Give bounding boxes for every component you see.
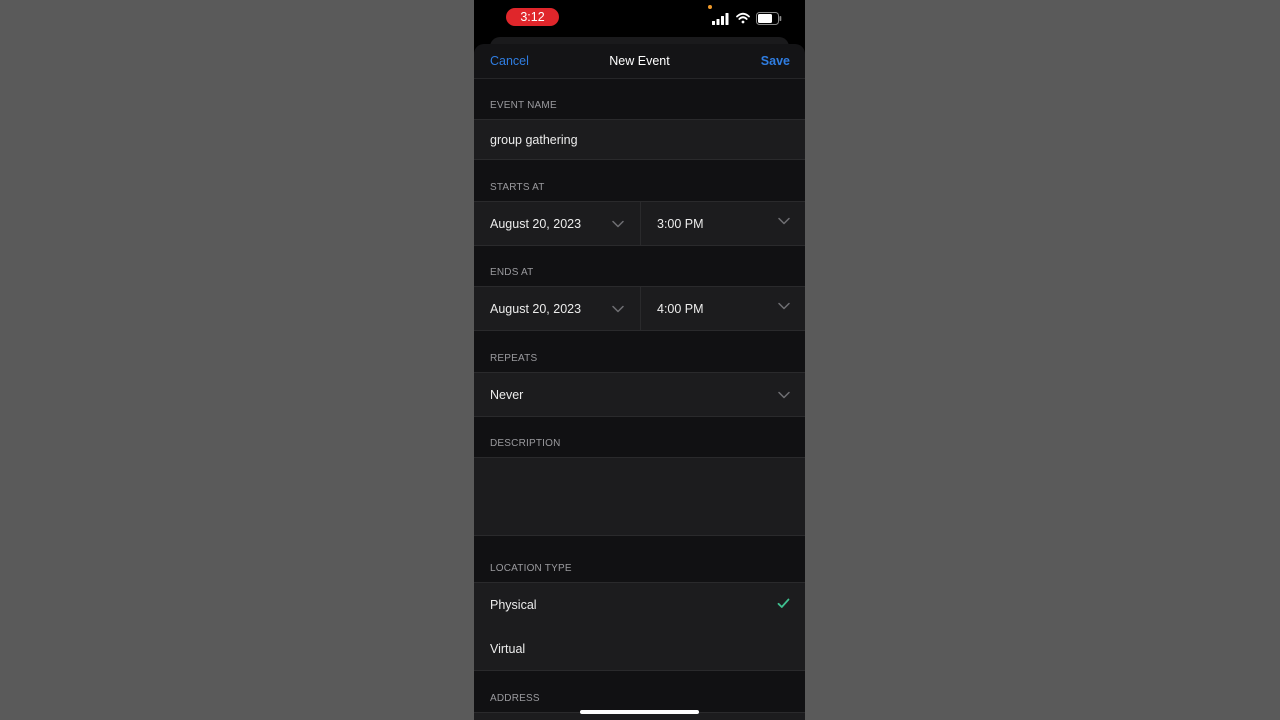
battery-icon (756, 12, 782, 25)
chevron-down-icon (612, 220, 624, 228)
repeats-picker[interactable]: Never (474, 372, 805, 417)
checkmark-icon (777, 598, 790, 608)
chevron-down-icon (778, 217, 790, 225)
save-button[interactable]: Save (761, 54, 790, 68)
start-time-picker[interactable]: 3:00 PM (641, 202, 805, 245)
address-label: ADDRESS (490, 693, 540, 704)
end-time-picker[interactable]: 4:00 PM (641, 287, 805, 330)
location-type-label: LOCATION TYPE (490, 563, 572, 574)
start-date-value: August 20, 2023 (490, 217, 582, 231)
event-name-field[interactable]: group gathering (474, 119, 805, 160)
status-time[interactable]: 3:12 (506, 8, 559, 26)
end-date-picker[interactable]: August 20, 2023 (474, 287, 640, 330)
privacy-indicator-dot (708, 5, 712, 9)
event-name-value: group gathering (490, 133, 578, 147)
page-title: New Event (609, 54, 670, 68)
description-label: DESCRIPTION (490, 438, 561, 449)
start-date-picker[interactable]: August 20, 2023 (474, 202, 640, 245)
event-name-label: EVENT NAME (490, 100, 557, 111)
signal-icon (712, 13, 729, 25)
location-option-physical[interactable]: Physical (474, 582, 805, 627)
location-option-virtual[interactable]: Virtual (474, 626, 805, 671)
chevron-down-icon (778, 302, 790, 310)
chevron-down-icon (778, 391, 790, 399)
repeats-label: REPEATS (490, 353, 538, 364)
end-date-value: August 20, 2023 (490, 302, 582, 316)
start-time-value: 3:00 PM (657, 217, 704, 231)
new-event-sheet: Cancel New Event Save EVENT NAME group g… (474, 44, 805, 720)
repeats-value: Never (490, 388, 524, 402)
end-time-value: 4:00 PM (657, 302, 704, 316)
home-indicator[interactable] (580, 710, 699, 714)
location-option-label: Virtual (490, 642, 526, 656)
navigation-bar: Cancel New Event Save (474, 44, 805, 79)
ends-at-row: August 20, 2023 4:00 PM (474, 286, 805, 331)
phone-screen: 3:12 Cancel New Event Save EVENT NAME gr… (474, 0, 805, 720)
chevron-down-icon (612, 305, 624, 313)
description-textarea[interactable] (474, 457, 805, 536)
status-bar: 3:12 (474, 0, 805, 38)
wifi-icon (736, 12, 750, 24)
location-option-label: Physical (490, 598, 537, 612)
starts-at-label: STARTS AT (490, 182, 545, 193)
starts-at-row: August 20, 2023 3:00 PM (474, 201, 805, 246)
ends-at-label: ENDS AT (490, 267, 534, 278)
